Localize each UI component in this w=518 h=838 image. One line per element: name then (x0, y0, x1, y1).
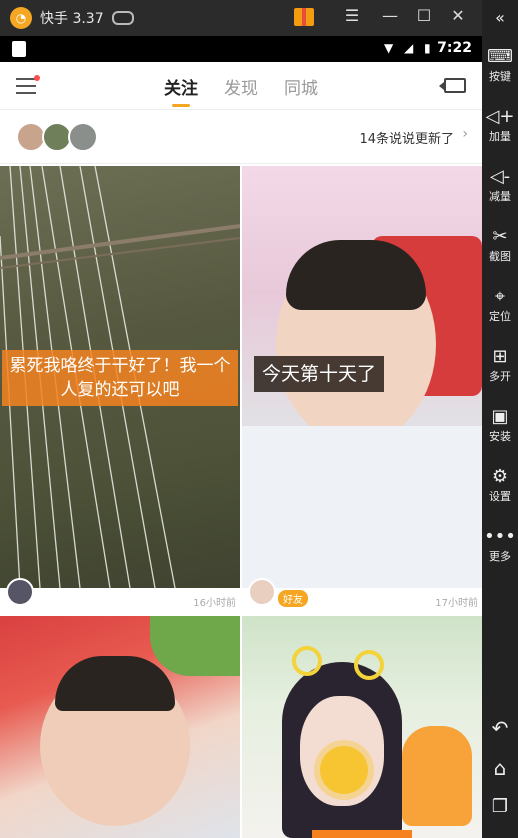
battery-icon: ▮ (424, 41, 431, 55)
friend-badge: 好友 (278, 590, 308, 607)
chevron-right-icon: › (462, 126, 468, 142)
emulator-sidebar: « ⌨ 按键 ◁+ 加量 ◁- 减量 ✂ 截图 ⌖ 定位 ⊞ 多开 ▣ 安装 ⚙ 设置 ••• 更… (482, 0, 518, 838)
android-status-bar: ▼ ◢ ▮ 7:22 (0, 36, 482, 62)
video-caption: 累死我咯终于干好了！我一个人复的还可以吧 (2, 350, 238, 406)
avatar[interactable] (248, 578, 276, 606)
sidebar-item-settings[interactable]: ⚙ 设置 (482, 466, 518, 504)
baby-hair-shape (286, 240, 426, 310)
location-icon: ⌖ (494, 286, 506, 307)
card-footer: 16小时前 (0, 578, 240, 614)
ear-decoration-shape (354, 650, 384, 680)
volume-down-icon: ◁- (489, 166, 511, 187)
notification-icon (12, 41, 26, 57)
sidebar-item-volume-up[interactable]: ◁+ 加量 (482, 106, 518, 144)
post-time: 17小时前 (435, 598, 478, 609)
gamepad-icon[interactable] (111, 11, 134, 25)
status-time: 7:22 (437, 40, 472, 56)
sun-sticker-shape (320, 746, 368, 794)
menu-button[interactable]: ☰ (340, 6, 364, 25)
signal-icon: ◢ (404, 41, 414, 55)
sidebar-item-location[interactable]: ⌖ 定位 (482, 286, 518, 324)
baby-hair-shape (55, 656, 175, 711)
close-button[interactable]: ✕ (446, 6, 470, 25)
avatar[interactable] (6, 578, 34, 606)
feed-card[interactable]: 累死我咯终于干好了！我一个人复的还可以吧 16小时前 (0, 166, 240, 614)
maximize-button[interactable]: ☐ (412, 6, 436, 25)
sidebar-item-screenshot[interactable]: ✂ 截图 (482, 226, 518, 264)
updates-text: 14条说说更新了 (359, 132, 454, 147)
android-back-button[interactable]: ↶ (482, 716, 518, 740)
camera-icon[interactable] (439, 78, 466, 93)
notification-dot (34, 75, 40, 81)
post-time: 16小时前 (193, 598, 236, 609)
video-caption: 今天第十天了 (254, 356, 385, 392)
sidebar-item-multi-open[interactable]: ⊞ 多开 (482, 346, 518, 384)
sidebar-item-more[interactable]: ••• 更多 (482, 526, 518, 564)
app-title: 快手 3.37 (40, 11, 104, 27)
gear-icon: ⚙ (491, 466, 509, 487)
more-icon: ••• (484, 526, 516, 547)
multi-open-icon: ⊞ (492, 346, 508, 367)
gift-icon[interactable] (294, 8, 314, 26)
video-thumbnail (0, 616, 240, 838)
top-nav: 关注 发现 同城 (0, 62, 482, 110)
video-thumbnail (242, 616, 482, 838)
hamburger-menu-icon[interactable] (16, 75, 40, 94)
tab-following[interactable]: 关注 (164, 74, 198, 107)
leaf-shape (150, 616, 240, 676)
updates-bar[interactable]: 14条说说更新了 › (0, 110, 482, 164)
kuaishou-app: 关注 发现 同城 14条说说更新了 › 累死我咯终于干好了！我一个人复的还可以吧… (0, 62, 482, 838)
android-recent-button[interactable]: ❐ (482, 796, 518, 817)
tab-nearby[interactable]: 同城 (284, 74, 318, 99)
apk-icon: ▣ (491, 406, 509, 427)
minimize-button[interactable]: — (378, 6, 402, 25)
collapse-sidebar-button[interactable]: « (482, 8, 518, 27)
tab-discover[interactable]: 发现 (224, 74, 258, 99)
baby-clothes-shape (242, 426, 482, 588)
wifi-icon: ▼ (384, 41, 394, 55)
feed-card[interactable] (0, 616, 240, 838)
android-home-button[interactable]: ⌂ (482, 756, 518, 780)
feed-card[interactable] (242, 616, 482, 838)
emulator-title-bar: ◔ 快手 3.37 ☰ — ☐ ✕ (0, 0, 518, 36)
avatar[interactable] (68, 122, 98, 152)
app-logo-icon: ◔ (10, 7, 32, 29)
scissors-icon: ✂ (492, 226, 508, 247)
ear-decoration-shape (292, 646, 322, 676)
sidebar-item-keys[interactable]: ⌨ 按键 (482, 46, 518, 84)
sidebar-item-volume-down[interactable]: ◁- 减量 (482, 166, 518, 204)
feed-card[interactable]: 今天第十天了 好友 17小时前 (242, 166, 482, 614)
volume-up-icon: ◁+ (485, 106, 515, 127)
keyboard-icon: ⌨ (487, 46, 513, 67)
caption-strip-shape (312, 830, 412, 838)
cartoon-sticker-shape (402, 726, 472, 826)
sidebar-item-install[interactable]: ▣ 安装 (482, 406, 518, 444)
card-footer: 好友 17小时前 (242, 578, 482, 614)
